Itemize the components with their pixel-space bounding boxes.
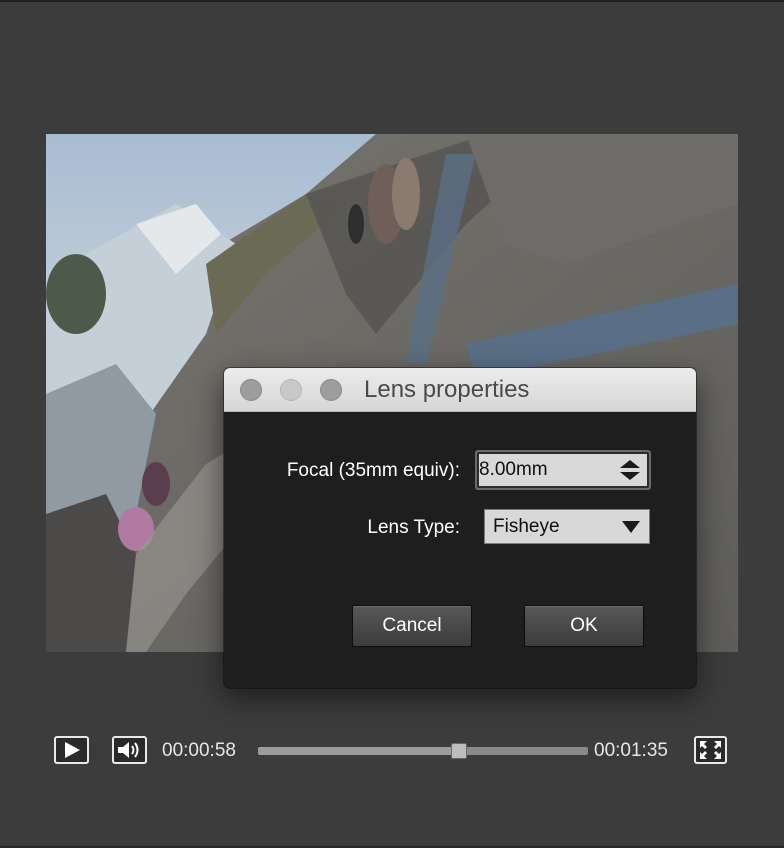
volume-button[interactable] (112, 736, 147, 764)
seek-thumb[interactable] (451, 743, 468, 759)
zoom-button[interactable] (320, 379, 342, 401)
lens-properties-dialog: Lens properties Focal (35mm equiv): Lens… (224, 368, 696, 688)
play-button[interactable] (54, 736, 89, 764)
focal-stepper-icon[interactable] (618, 459, 642, 481)
window-top-edge (0, 0, 784, 2)
ok-button[interactable]: OK (524, 605, 644, 647)
current-time: 00:00:58 (162, 740, 236, 761)
lens-type-label: Lens Type: (367, 517, 460, 538)
dialog-titlebar[interactable]: Lens properties (224, 368, 696, 412)
minimize-button[interactable] (280, 379, 302, 401)
focal-input[interactable] (479, 458, 609, 482)
fullscreen-icon (700, 741, 721, 759)
dialog-title: Lens properties (364, 376, 530, 403)
play-icon (65, 742, 80, 758)
chevron-down-icon (622, 521, 640, 533)
fullscreen-button[interactable] (694, 736, 727, 764)
total-time: 00:01:35 (594, 740, 668, 761)
close-button[interactable] (240, 379, 262, 401)
lens-type-value: Fisheye (493, 516, 560, 537)
lens-type-select[interactable]: Fisheye (484, 509, 650, 544)
seek-track[interactable] (258, 747, 588, 755)
focal-label: Focal (35mm equiv): (286, 460, 460, 481)
seek-progress (258, 747, 460, 755)
volume-icon (118, 742, 139, 758)
cancel-button[interactable]: Cancel (352, 605, 472, 647)
